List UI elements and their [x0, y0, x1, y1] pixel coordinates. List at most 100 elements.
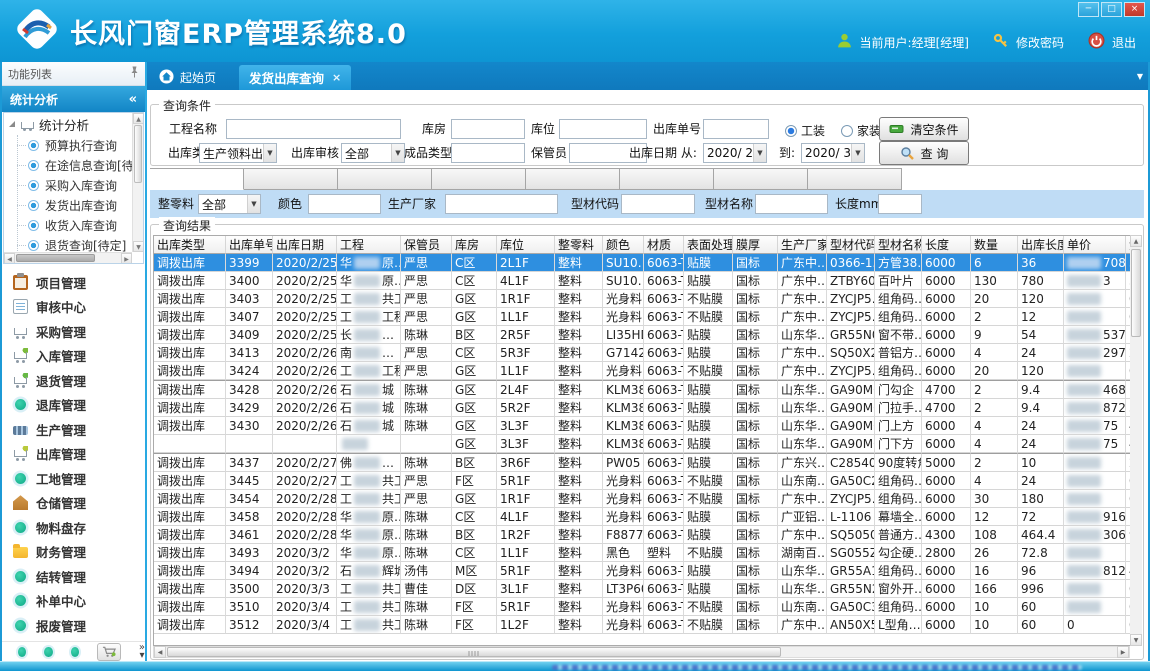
material-tab[interactable]: 耗 材: [620, 168, 714, 190]
column-header[interactable]: 材质: [644, 236, 684, 254]
close-button[interactable]: ×: [1124, 2, 1145, 17]
column-header[interactable]: 库位: [497, 236, 555, 254]
scrollbar-thumb[interactable]: [1131, 249, 1141, 337]
column-header[interactable]: 库房: [452, 236, 497, 254]
logout-link[interactable]: 退出: [1112, 34, 1136, 51]
column-header[interactable]: 型材名称: [875, 236, 922, 254]
toolbar-dot-icon[interactable]: [18, 647, 26, 657]
table-row[interactable]: 调拨出库 3430 2020/2/26 石城 陈琳 G区 3L3F 整料 KLM…: [154, 417, 1130, 435]
tree-horizontal-scrollbar[interactable]: ◀ ▶: [4, 252, 132, 263]
column-header[interactable]: 表面处理: [684, 236, 733, 254]
tree-item[interactable]: 采购入库查询: [4, 175, 132, 195]
material-tab[interactable]: 成 品: [526, 168, 620, 190]
tabbar-dropdown-icon[interactable]: ▼: [1137, 72, 1143, 81]
sidebar-menu-item[interactable]: 退库管理: [2, 393, 145, 418]
clear-conditions-button[interactable]: 清空条件: [879, 117, 969, 141]
table-row[interactable]: 调拨出库 3454 2020/2/28 工共工程 严思 G区 1R1F 整料 光…: [154, 490, 1130, 508]
change-password-link[interactable]: 修改密码: [1016, 34, 1064, 51]
column-header[interactable]: 长度: [922, 236, 971, 254]
tab-shipping-out-query[interactable]: 发货出库查询 ×: [239, 65, 351, 90]
sidebar-menu-item[interactable]: 采购管理: [2, 319, 145, 344]
sidebar-menu-item[interactable]: 报废管理: [2, 613, 145, 638]
project-name-input[interactable]: [226, 119, 401, 139]
sidebar-menu-item[interactable]: 结转管理: [2, 564, 145, 589]
table-vertical-scrollbar[interactable]: ▲ ▼: [1130, 235, 1142, 646]
date-to-select[interactable]: 2020/ 3/16▼: [801, 143, 865, 163]
sidebar-menu-item[interactable]: 项目管理: [2, 270, 145, 295]
warehouse-input[interactable]: [451, 119, 525, 139]
sidebar-menu-item[interactable]: 入库管理: [2, 344, 145, 369]
sidebar-menu-item[interactable]: 财务管理: [2, 540, 145, 565]
table-row[interactable]: 调拨出库 3445 2020/2/27 工共工程 严思 F区 5R1F 整料 光…: [154, 472, 1130, 490]
sidebar-menu-item[interactable]: 物料盘存: [2, 515, 145, 540]
column-header[interactable]: 出库单号: [226, 236, 273, 254]
column-header[interactable]: 单价: [1064, 236, 1126, 254]
sidebar-menu-item[interactable]: 工地管理: [2, 466, 145, 491]
column-header[interactable]: 数量: [971, 236, 1018, 254]
collapse-icon[interactable]: «: [129, 92, 137, 107]
table-row[interactable]: 调拨出库 3428 2020/2/26 石城 陈琳 G区 2L4F 整料 KLM…: [154, 380, 1130, 399]
table-row[interactable]: G区 3L3F 整料 KLM3817 6063-T5 贴膜 国标 山东华… GA…: [154, 435, 1130, 453]
out-type-select[interactable]: 生产领料出库▼: [199, 143, 277, 163]
scrollbar-thumb[interactable]: [167, 647, 781, 657]
column-header[interactable]: 工程: [337, 236, 401, 254]
radio-jiazhuang[interactable]: 家装: [841, 122, 881, 139]
column-header[interactable]: 出库日期: [273, 236, 337, 254]
profile-name-input[interactable]: [755, 194, 828, 214]
pin-icon[interactable]: [130, 66, 139, 81]
table-row[interactable]: 调拨出库 3403 2020/2/25 工共工程 严思 G区 1R1F 整料 光…: [154, 290, 1130, 308]
tab-home[interactable]: 起始页: [149, 65, 226, 90]
sidebar-menu-item[interactable]: 补单中心: [2, 589, 145, 614]
profile-code-input[interactable]: [621, 194, 695, 214]
manufacturer-input[interactable]: [445, 194, 558, 214]
column-header[interactable]: 出库长度: [1018, 236, 1064, 254]
order-no-input[interactable]: [703, 119, 769, 139]
table-row[interactable]: 调拨出库 3409 2020/2/25 长… 陈琳 B区 2R5F 整料 LI3…: [154, 326, 1130, 344]
tree-vertical-scrollbar[interactable]: ▲ ▼: [132, 113, 143, 252]
maximize-button[interactable]: □: [1101, 2, 1122, 17]
column-header[interactable]: 颜色: [603, 236, 644, 254]
column-header[interactable]: 膜厚: [733, 236, 778, 254]
material-tab[interactable]: 型 材: [150, 168, 244, 190]
sidebar-menu-item[interactable]: 审核中心: [2, 295, 145, 320]
tree-expander-icon[interactable]: [9, 121, 15, 127]
toolbar-overflow-button[interactable]: » ▾: [139, 644, 145, 660]
table-row[interactable]: 调拨出库 3493 2020/3/2 华原… 陈琳 C区 1L1F 整料 黑色: [154, 544, 1130, 562]
whole-select[interactable]: 全部▼: [198, 194, 261, 214]
table-row[interactable]: 调拨出库 3429 2020/2/26 石城 陈琳 G区 5R2F 整料 KLM…: [154, 399, 1130, 417]
toolbar-dot-icon[interactable]: [71, 647, 79, 657]
table-row[interactable]: 调拨出库 3407 2020/2/25 工工程 严思 G区 1L1F 整料 光身…: [154, 308, 1130, 326]
tree-item[interactable]: 退货查询[待定]: [4, 235, 132, 252]
sidebar-menu-item[interactable]: 退货管理: [2, 368, 145, 393]
sidebar-menu-item[interactable]: 生产管理: [2, 417, 145, 442]
material-tab[interactable]: 隔 热 条: [808, 168, 902, 190]
table-row[interactable]: 调拨出库 3510 2020/3/4 工共工程 陈琳 F区 5R1F 整料 光身…: [154, 598, 1130, 616]
table-row[interactable]: 调拨出库 3500 2020/3/3 工共工程 曹佳 D区 3L1F 整料 LT…: [154, 580, 1130, 598]
sidebar-menu-item[interactable]: 仓储管理: [2, 491, 145, 516]
radio-gongzhuang[interactable]: 工装: [785, 122, 825, 139]
color-input[interactable]: [308, 194, 381, 214]
column-header[interactable]: 出库类型: [154, 236, 226, 254]
search-button[interactable]: 查 询: [879, 141, 969, 165]
material-tab[interactable]: 单 体 型 材: [714, 168, 808, 190]
material-tab[interactable]: 辅 材: [338, 168, 432, 190]
toolbar-dot-icon[interactable]: [44, 647, 52, 657]
scrollbar-thumb[interactable]: [134, 125, 142, 183]
column-header[interactable]: 保管员: [401, 236, 452, 254]
table-row[interactable]: 调拨出库 3458 2020/2/28 华原… 陈琳 C区 4L1F 整料 光身…: [154, 508, 1130, 526]
table-horizontal-scrollbar[interactable]: ◀ ▶: [153, 646, 1130, 658]
table-row[interactable]: 调拨出库 3424 2020/2/26 工工程 严思 G区 1L1F 整料 光身…: [154, 362, 1130, 380]
tab-close-icon[interactable]: ×: [332, 71, 341, 84]
table-row[interactable]: 调拨出库 3512 2020/3/4 工共工程 陈琳 F区 1L2F 整料 光身…: [154, 616, 1130, 634]
material-tab[interactable]: 玻 璃: [432, 168, 526, 190]
tree-item[interactable]: 发货出库查询: [4, 195, 132, 215]
table-row[interactable]: 调拨出库 3437 2020/2/27 佛… 陈琳 B区 3R6F 整料 PW0…: [154, 453, 1130, 472]
tree-item[interactable]: 在途信息查询[待: [4, 155, 132, 175]
product-type-input[interactable]: [451, 143, 525, 163]
tree-root-node[interactable]: 统计分析: [4, 113, 132, 135]
column-header[interactable]: 生产厂家: [778, 236, 827, 254]
scrollbar-thumb[interactable]: [16, 254, 95, 262]
table-row[interactable]: 调拨出库 3400 2020/2/25 华原… 严思 C区 4L1F 整料 SU…: [154, 272, 1130, 290]
table-row[interactable]: 调拨出库 3494 2020/3/2 石辉城 汤伟 M区 5R1F 整料 光身料: [154, 562, 1130, 580]
sidebar-menu-item[interactable]: 出库管理: [2, 442, 145, 467]
